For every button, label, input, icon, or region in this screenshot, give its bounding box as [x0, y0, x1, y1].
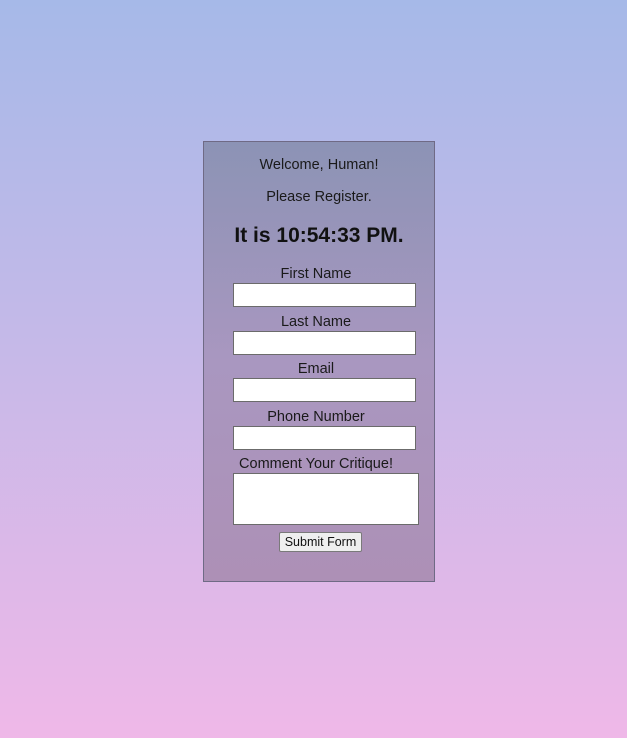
register-prompt: Please Register. — [266, 189, 372, 205]
first-name-input[interactable] — [233, 283, 416, 307]
first-name-label: First Name — [280, 266, 352, 282]
email-input[interactable] — [233, 378, 416, 402]
registration-card: Welcome, Human! Please Register. It is 1… — [203, 141, 435, 582]
email-label: Email — [297, 361, 335, 377]
comment-label: Comment Your Critique! — [239, 456, 393, 472]
comment-textarea[interactable] — [233, 473, 419, 525]
submit-button[interactable]: Submit Form — [279, 532, 362, 552]
last-name-label: Last Name — [280, 314, 352, 330]
clock-display: It is 10:54:33 PM. — [234, 224, 404, 247]
phone-number-input[interactable] — [233, 426, 416, 450]
phone-number-label: Phone Number — [267, 409, 365, 425]
welcome-text: Welcome, Human! — [259, 157, 379, 173]
last-name-input[interactable] — [233, 331, 416, 355]
